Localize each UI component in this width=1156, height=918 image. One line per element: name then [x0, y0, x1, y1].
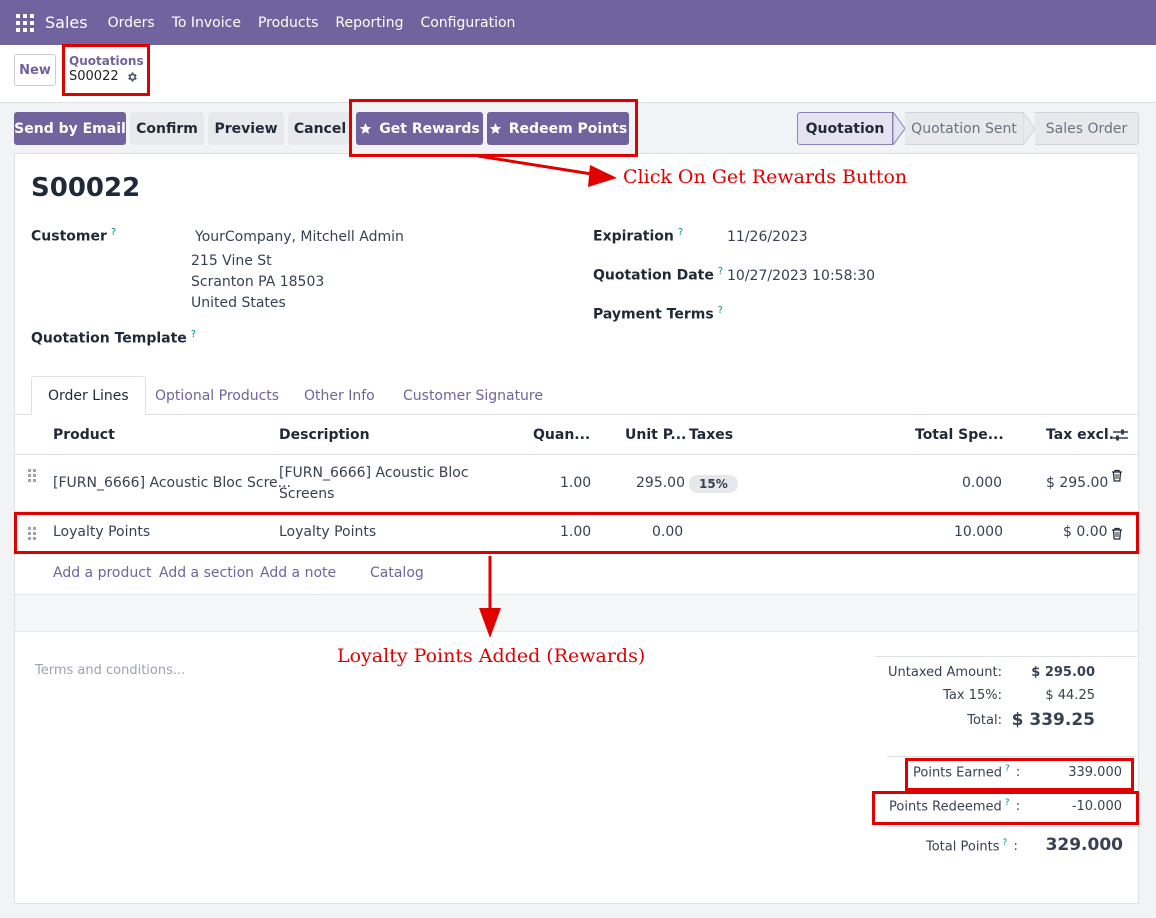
annotation-click-note: Click On Get Rewards Button: [623, 166, 908, 188]
annotation-added-note: Loyalty Points Added (Rewards): [337, 645, 646, 667]
annotation-arrows: [477, 154, 617, 638]
